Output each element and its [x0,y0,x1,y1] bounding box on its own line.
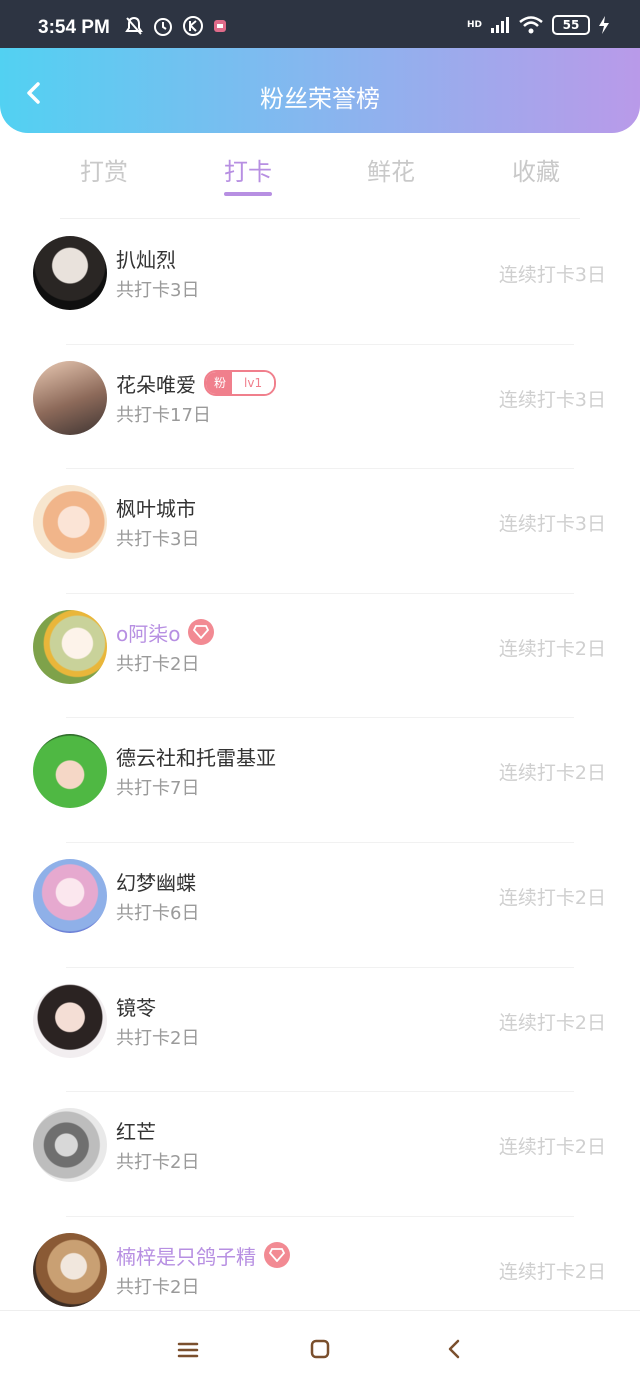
header-bar: 粉丝荣誉榜 [0,48,640,133]
user-name: 楠梓是只鸽子精 [116,1244,256,1269]
back-nav-icon[interactable] [440,1337,470,1363]
list-item[interactable]: 扒灿烈 共打卡3日 连续打卡3日 [0,220,640,345]
network-type: HD [466,20,482,30]
total-checkin: 共打卡17日 [116,404,211,426]
avatar[interactable] [33,609,107,684]
user-name: 花朵唯爱 [116,372,196,397]
total-checkin: 共打卡2日 [116,653,200,675]
status-right-icons: HD 55 [467,15,610,35]
streak-checkin: 连续打卡2日 [498,762,606,785]
list-item[interactable]: 镜苓 共打卡2日 连续打卡2日 [0,968,640,1093]
streak-checkin: 连续打卡2日 [498,886,606,909]
list-item[interactable]: 幻梦幽蝶 共打卡6日 连续打卡2日 [0,843,640,968]
tab-checkin[interactable]: 打卡 [188,152,308,187]
total-checkin: 共打卡3日 [116,529,200,551]
total-checkin: 共打卡3日 [116,280,200,301]
diamond-icon [188,619,215,646]
list-item[interactable]: 红芒 共打卡2日 连续打卡2日 [0,1092,640,1217]
signal-icon [491,17,509,33]
user-name: 枫叶城市 [116,497,196,522]
user-name: 红芒 [116,1120,156,1145]
bell-muted-icon [125,16,143,35]
streak-checkin: 连续打卡2日 [498,1011,606,1034]
total-checkin: 共打卡2日 [116,1276,200,1298]
avatar[interactable] [33,1232,107,1307]
list-item[interactable]: 枫叶城市 共打卡3日 连续打卡3日 [0,469,640,594]
diamond-icon [264,1242,290,1269]
k-app-icon [183,16,203,36]
tabs-divider [60,218,580,219]
system-nav-bar [0,1310,640,1388]
list-item[interactable]: 花朵唯爱 粉 lv1 共打卡17日 连续打卡3日 [0,345,640,470]
battery-indicator: 55 [552,15,590,35]
avatar[interactable] [33,858,107,933]
list-item[interactable]: 德云社和托雷基亚 共打卡7日 连续打卡2日 [0,718,640,843]
streak-checkin: 连续打卡3日 [498,264,606,286]
avatar[interactable] [33,485,107,560]
tab-favorites[interactable]: 收藏 [476,152,596,187]
list-item[interactable]: o阿柒o 共打卡2日 连续打卡2日 [0,594,640,719]
menu-icon[interactable] [173,1337,203,1363]
streak-checkin: 连续打卡2日 [498,637,606,660]
total-checkin: 共打卡6日 [116,902,200,924]
total-checkin: 共打卡2日 [116,1152,200,1174]
wifi-icon [519,16,543,34]
fan-badge-level: lv1 [232,372,275,395]
fan-badge-label: 粉 [206,372,233,395]
avatar[interactable] [33,360,107,435]
status-bar: 3:54 PM HD 55 [0,0,640,48]
status-left-icons [124,15,228,37]
tab-flowers[interactable]: 鲜花 [331,152,451,187]
streak-checkin: 连续打卡3日 [498,513,606,536]
streak-checkin: 连续打卡2日 [498,1136,606,1159]
app-notification-icon [214,20,226,32]
status-time: 3:54 PM [38,17,110,38]
streak-checkin: 连续打卡3日 [498,388,606,411]
avatar[interactable] [33,236,107,310]
avatar[interactable] [33,983,107,1058]
home-icon[interactable] [305,1337,335,1363]
total-checkin: 共打卡2日 [116,1027,200,1049]
user-name: 扒灿烈 [116,248,176,272]
user-name: 幻梦幽蝶 [116,870,196,895]
streak-checkin: 连续打卡2日 [498,1260,606,1283]
charging-icon [599,16,609,34]
active-tab-indicator [224,192,272,196]
avatar[interactable] [33,734,107,809]
alarm-icon [154,18,172,36]
total-checkin: 共打卡7日 [116,778,200,800]
tab-bar: 打赏 打卡 鲜花 收藏 [0,140,640,202]
user-name: o阿柒o [116,621,181,646]
tab-reward[interactable]: 打赏 [44,152,164,187]
page-title: 粉丝荣誉榜 [260,85,380,113]
user-name: 德云社和托雷基亚 [116,746,276,771]
avatar[interactable] [33,1108,107,1183]
fan-level-badge: 粉 lv1 [204,370,277,397]
user-name: 镜苓 [116,995,156,1020]
fan-ranking-list: 扒灿烈 共打卡3日 连续打卡3日 花朵唯爱 粉 lv1 共打卡17日 连续打卡3… [0,220,640,1341]
